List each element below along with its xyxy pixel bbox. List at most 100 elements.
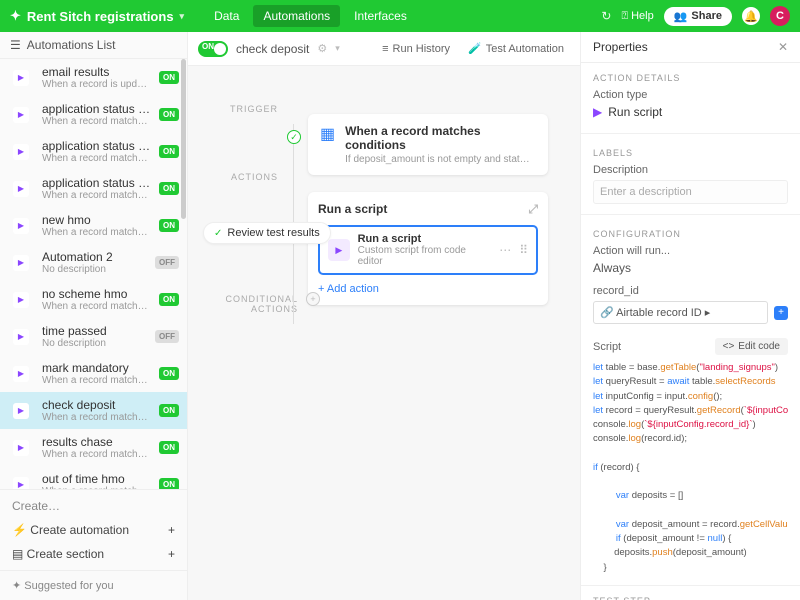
sidebar-item-title: Automation 2 — [42, 250, 147, 264]
sidebar-item-title: new hmo — [42, 213, 151, 227]
sidebar-item-title: time passed — [42, 324, 147, 338]
nav-automations[interactable]: Automations — [253, 5, 340, 27]
chevron-down-icon[interactable]: ▾ — [335, 43, 340, 54]
help-link[interactable]: ⍰ Help — [621, 10, 653, 23]
trigger-card[interactable]: ▦ When a record matches conditions If de… — [308, 114, 548, 175]
status-badge: ON — [159, 219, 179, 232]
sidebar-item[interactable]: new hmo When a record matches conditi...… — [0, 207, 187, 244]
actions-card-title: Run a script — [318, 202, 387, 217]
top-bar: ✦ Rent Sitch registrations ▾ Data Automa… — [0, 0, 800, 32]
properties-panel: Properties ✕ ACTION DETAILS Action type … — [580, 32, 800, 600]
action-details-heading: ACTION DETAILS — [581, 63, 800, 89]
configuration-heading: CONFIGURATION — [581, 219, 800, 245]
sidebar-item-subtitle: When a record matches conditi... — [42, 486, 151, 489]
app-title[interactable]: ✦ Rent Sitch registrations ▾ — [10, 8, 184, 24]
status-badge: ON — [159, 145, 179, 158]
actions-card: Run a script ⤢ Run a script Custom script… — [308, 192, 548, 305]
automation-toggle[interactable]: ON — [198, 41, 228, 57]
status-badge: OFF — [155, 330, 179, 343]
drag-handle-icon[interactable]: ⠿ — [519, 243, 528, 257]
action-run-script[interactable]: Run a script Custom script from code edi… — [318, 225, 538, 275]
close-icon[interactable]: ✕ — [778, 40, 788, 54]
sidebar-item[interactable]: results chase When a record matches cond… — [0, 429, 187, 466]
edit-code-button[interactable]: <> Edit code — [715, 338, 788, 355]
add-input-var-button[interactable]: + — [774, 306, 788, 320]
nav-data[interactable]: Data — [204, 5, 249, 27]
trigger-title: When a record matches conditions — [345, 124, 536, 152]
avatar[interactable]: C — [770, 6, 790, 26]
panel-title: Properties — [593, 40, 648, 54]
nav-interfaces[interactable]: Interfaces — [344, 5, 417, 27]
automation-icon — [8, 439, 34, 457]
suggested-for-you[interactable]: ✦ Suggested for you — [0, 570, 187, 600]
automation-icon — [8, 476, 34, 490]
create-automation[interactable]: ⚡ Create automation+ — [0, 518, 187, 542]
sidebar-item-title: application status - compl... — [42, 102, 151, 116]
automation-icon — [8, 365, 34, 383]
sidebar-item-subtitle: When a record matches conditi... — [42, 153, 151, 164]
automation-name[interactable]: check deposit — [236, 42, 309, 56]
check-icon: ✓ — [214, 228, 222, 239]
sidebar-item[interactable]: mark mandatory When a record matches con… — [0, 355, 187, 392]
description-input[interactable]: Enter a description — [593, 180, 788, 204]
status-badge: ON — [159, 478, 179, 489]
gear-icon[interactable]: ⚙ — [317, 42, 327, 55]
sidebar-item[interactable]: Automation 2 No description OFF — [0, 244, 187, 281]
add-conditional-icon[interactable]: + — [306, 292, 320, 306]
share-button[interactable]: 👥 Share — [664, 7, 732, 26]
sidebar-item[interactable]: no scheme hmo When a record matches cond… — [0, 281, 187, 318]
automation-icon — [8, 328, 34, 346]
create-heading: Create… — [0, 494, 187, 518]
app-icon: ✦ — [10, 8, 21, 24]
run-history-button[interactable]: ≡ Run History — [376, 39, 456, 58]
action-will-run-label: Action will run... — [581, 245, 800, 261]
sidebar-item-title: no scheme hmo — [42, 287, 151, 301]
test-automation-button[interactable]: 🧪 Test Automation — [462, 39, 570, 58]
script-label: Script — [593, 341, 621, 353]
sidebar-header[interactable]: ☰ Automations List — [0, 32, 187, 59]
status-badge: ON — [159, 182, 179, 195]
labels-heading: LABELS — [581, 138, 800, 164]
automation-icon — [8, 291, 34, 309]
expand-icon[interactable]: ⤢ — [528, 202, 538, 217]
sidebar-item[interactable]: email results When a record is updated, … — [0, 59, 187, 96]
sidebar-item[interactable]: application status - triage 2 When a rec… — [0, 133, 187, 170]
automation-icon — [8, 254, 34, 272]
sidebar: ☰ Automations List email results When a … — [0, 32, 188, 600]
automation-icon — [8, 106, 34, 124]
status-badge: ON — [159, 108, 179, 121]
sidebar-item[interactable]: check deposit When a record matches cond… — [0, 392, 187, 429]
action-type-select[interactable]: ▶Run script — [581, 105, 800, 129]
trigger-section-label: TRIGGER — [218, 104, 278, 114]
automation-icon — [8, 402, 34, 420]
sidebar-item[interactable]: application status - compl... When a rec… — [0, 96, 187, 133]
script-title: Run a script — [358, 233, 492, 245]
automation-icon — [8, 69, 34, 87]
script-subtitle: Custom script from code editor — [358, 245, 492, 267]
status-badge: ON — [159, 367, 179, 380]
status-badge: ON — [159, 441, 179, 454]
always-value[interactable]: Always — [581, 261, 800, 285]
sidebar-item-subtitle: When a record matches conditi... — [42, 375, 151, 386]
automation-canvas: ON check deposit ⚙ ▾ ≡ Run History 🧪 Tes… — [188, 32, 580, 600]
sidebar-item-subtitle: When a record matches conditi... — [42, 190, 151, 201]
sidebar-item-title: check deposit — [42, 398, 151, 412]
script-icon — [328, 239, 350, 261]
add-action-button[interactable]: + Add action — [318, 283, 538, 295]
action-menu-icon[interactable]: ⋯ — [499, 243, 511, 257]
notifications-icon[interactable]: 🔔 — [742, 7, 760, 25]
create-section[interactable]: ▤ Create section+ — [0, 542, 187, 566]
sidebar-item-subtitle: When a record matches conditi... — [42, 412, 151, 423]
sidebar-item[interactable]: out of time hmo When a record matches co… — [0, 466, 187, 489]
sidebar-item-title: application status - triage 1 — [42, 176, 151, 190]
automation-icon — [8, 217, 34, 235]
top-nav: Data Automations Interfaces — [204, 5, 417, 27]
conditions-icon: ▦ — [320, 124, 335, 144]
record-id-select[interactable]: 🔗 Airtable record ID ▸ — [593, 301, 768, 324]
review-test-results[interactable]: ✓ Review test results — [203, 222, 331, 244]
history-icon[interactable]: ↻ — [601, 9, 611, 23]
sidebar-item[interactable]: time passed No description OFF — [0, 318, 187, 355]
sidebar-item[interactable]: application status - triage 1 When a rec… — [0, 170, 187, 207]
conditional-actions-label: CONDITIONAL ACTIONS — [188, 294, 298, 314]
action-type-label: Action type — [581, 89, 800, 105]
